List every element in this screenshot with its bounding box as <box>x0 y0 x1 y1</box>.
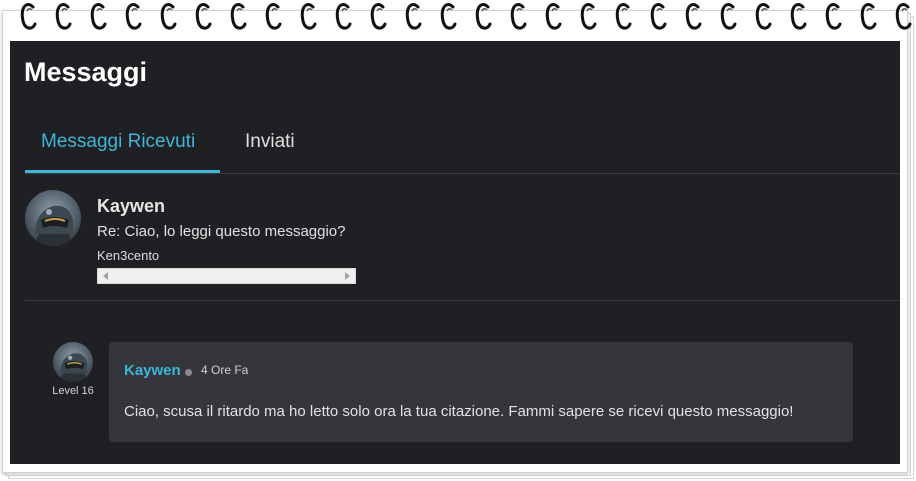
spiral-ring-icon <box>20 3 37 30</box>
page-title: Messaggi <box>24 57 148 87</box>
spiral-ring-icon <box>265 3 282 30</box>
spiral-ring-icon <box>300 3 317 30</box>
message-body: Ciao, scusa il ritardo ma ho letto solo … <box>124 403 794 420</box>
scroll-right-arrow-icon[interactable] <box>345 272 350 280</box>
spiral-ring-icon <box>650 3 667 30</box>
spiral-ring-icon <box>370 3 387 30</box>
spiral-ring-icon <box>615 3 632 30</box>
thread-sender: Kaywen <box>97 196 166 216</box>
spiral-ring-icon <box>825 3 842 30</box>
message-thread-row[interactable]: Kaywen Re: Ciao, lo leggi questo messagg… <box>25 187 900 299</box>
spiral-ring-icon <box>790 3 807 30</box>
message-author-link[interactable]: Kaywen <box>124 362 181 379</box>
spiral-ring-icon <box>545 3 562 30</box>
spiral-ring-icon <box>895 3 912 30</box>
spiral-ring-icon <box>860 3 877 30</box>
spiral-ring-icon <box>55 3 72 30</box>
spiral-ring-icon <box>475 3 492 30</box>
messages-panel: Messaggi Messaggi Ricevuti Inviati Kaywe… <box>10 41 900 464</box>
presence-dot-icon <box>185 369 192 376</box>
author-avatar-icon[interactable] <box>53 342 93 382</box>
spiral-ring-icon <box>720 3 737 30</box>
spiral-binding <box>0 0 916 34</box>
spiral-ring-icon <box>125 3 142 30</box>
spiral-ring-icon <box>685 3 702 30</box>
spiral-ring-icon <box>160 3 177 30</box>
thread-subject: Re: Ciao, lo leggi questo messaggio? <box>97 223 346 240</box>
spiral-ring-icon <box>195 3 212 30</box>
tabs-divider <box>25 173 900 174</box>
scroll-left-arrow-icon[interactable] <box>103 272 108 280</box>
spiral-ring-icon <box>405 3 422 30</box>
spiral-ring-icon <box>335 3 352 30</box>
spiral-ring-icon <box>580 3 597 30</box>
tab-messaggi-ricevuti[interactable]: Messaggi Ricevuti <box>41 131 195 153</box>
helmet-avatar-icon[interactable] <box>25 190 81 246</box>
thread-divider <box>25 300 900 301</box>
tab-inviati[interactable]: Inviati <box>245 131 295 153</box>
message-bubble: Kaywen 4 Ore Fa Ciao, scusa il ritardo m… <box>109 342 853 442</box>
author-level: Level 16 <box>52 385 94 397</box>
message-timestamp: 4 Ore Fa <box>201 363 249 377</box>
spiral-ring-icon <box>510 3 527 30</box>
spiral-ring-icon <box>440 3 457 30</box>
spiral-ring-icon <box>90 3 107 30</box>
spiral-ring-icon <box>230 3 247 30</box>
horizontal-scrollbar[interactable] <box>97 268 356 284</box>
spiral-ring-icon <box>755 3 772 30</box>
thread-recipient: Ken3cento <box>97 248 160 263</box>
